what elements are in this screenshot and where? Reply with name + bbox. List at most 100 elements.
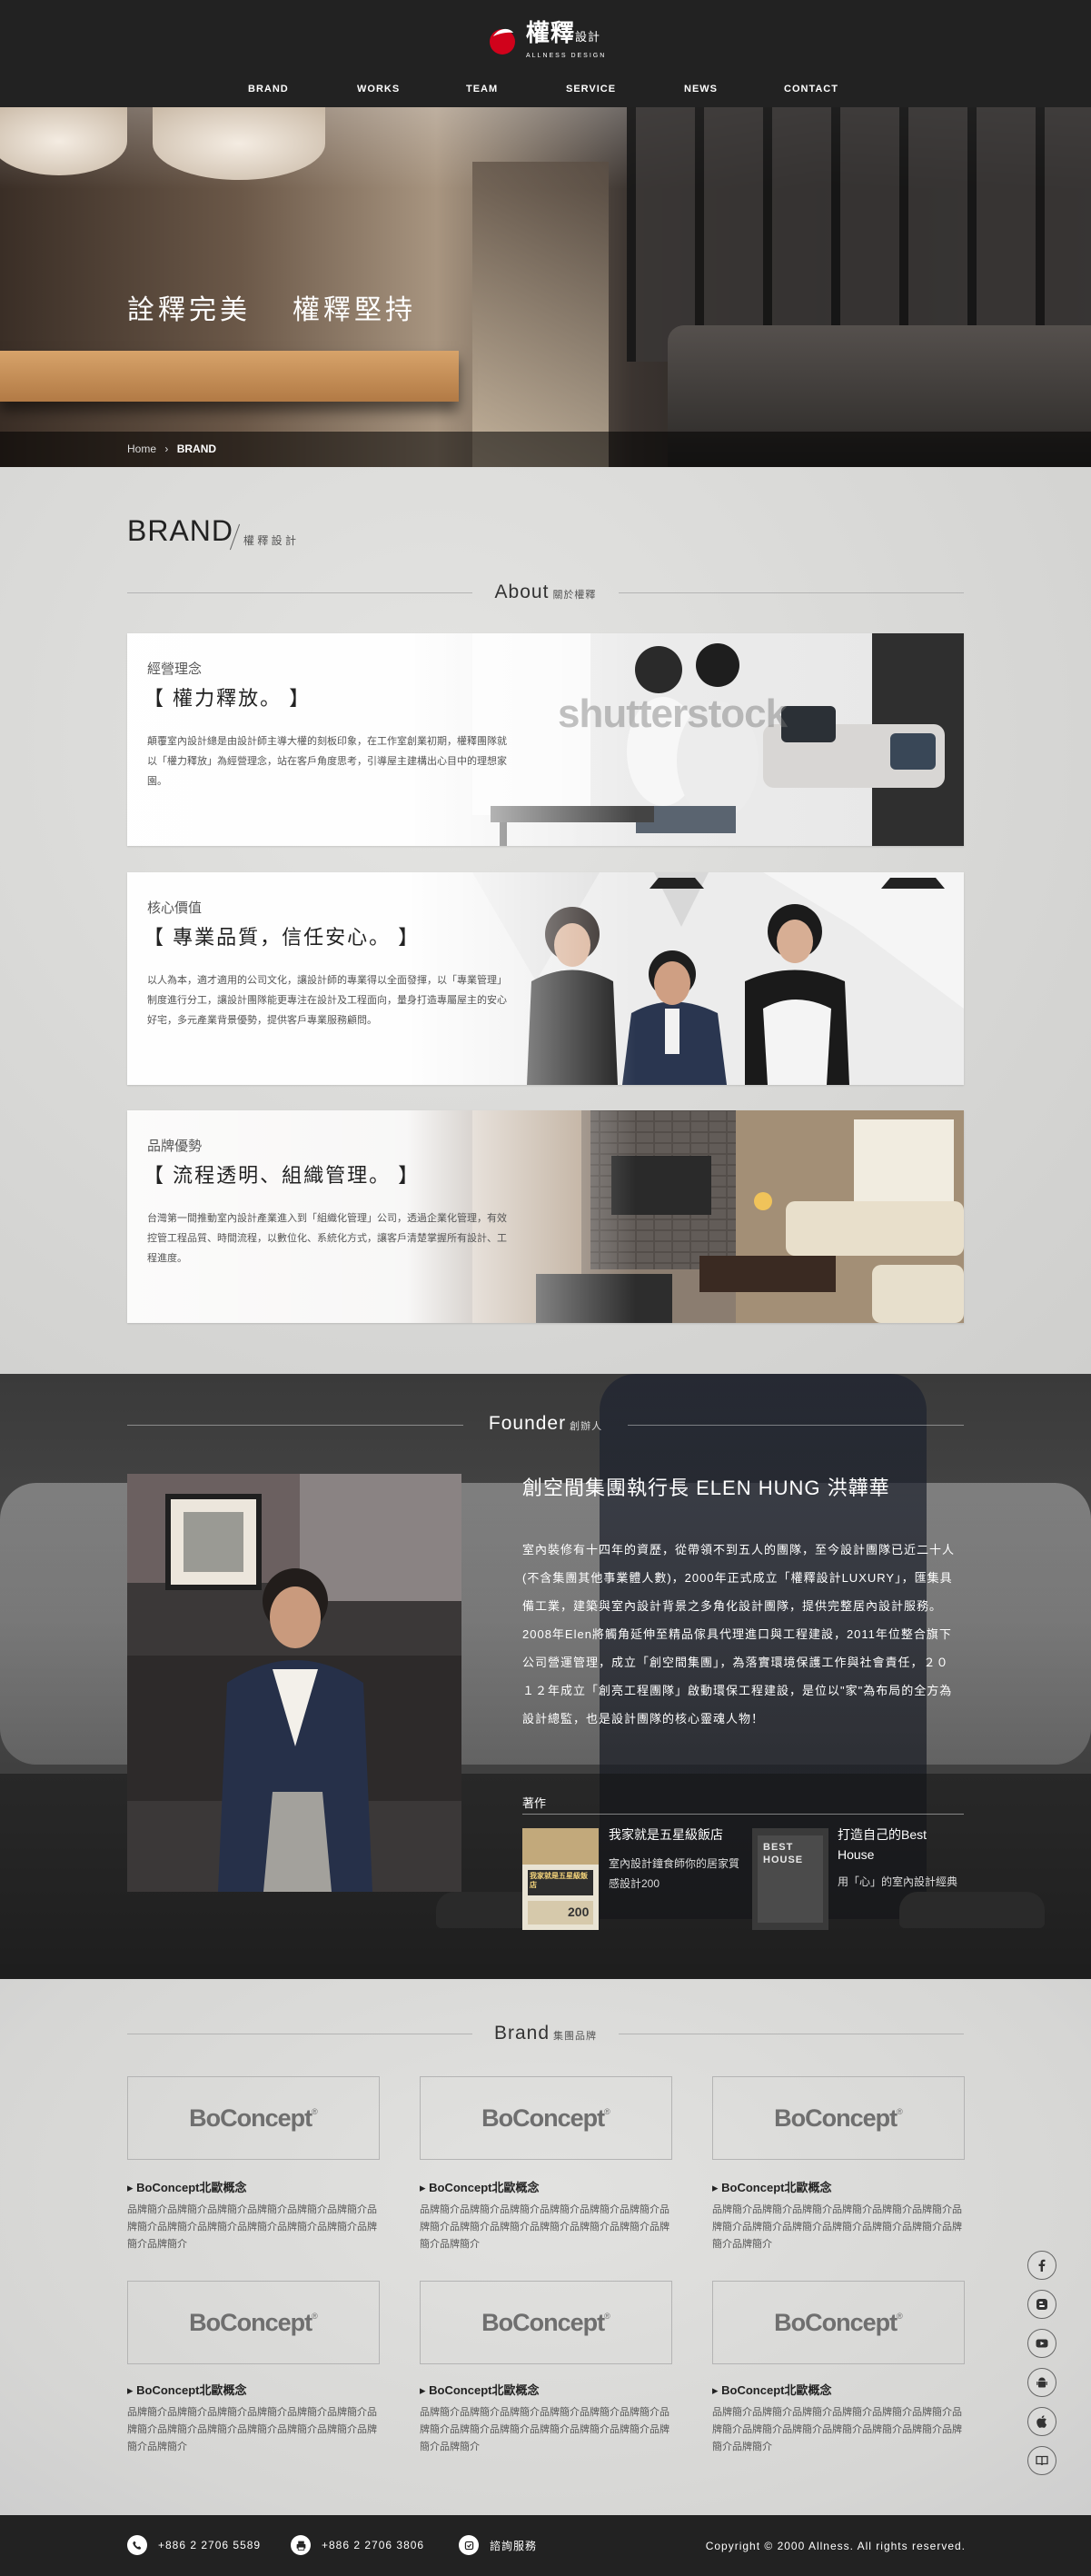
hero-slogan: 詮釋完美 權釋堅持 (127, 287, 416, 327)
service-icon (459, 2535, 479, 2555)
hero-slogan-left: 詮釋完美 (127, 294, 251, 326)
book-cover-1-text: 我家就是五星級飯店 (530, 1872, 588, 1889)
footer-phone[interactable]: +886 2 2706 5589 (127, 2535, 261, 2555)
brand-desc: 品牌簡介品牌簡介品牌簡介品牌簡介品牌簡介品牌簡介品牌簡介品牌簡介品牌簡介品牌簡介… (127, 2204, 377, 2250)
book-icon[interactable] (1027, 2446, 1056, 2475)
boconcept-logo: BoConcept (481, 2308, 605, 2336)
breadcrumb-current: BRAND (176, 443, 217, 455)
card-philosophy: shutterstock 經營理念 【 權力釋放。 】 顛覆室內設計總是由設計師… (127, 633, 964, 846)
card-title: 【 流程透明、組織管理。 】 (144, 1164, 421, 1187)
book-title-1[interactable]: 我家就是五星級飯店 (609, 1825, 745, 1845)
brand-name[interactable]: ▸ BoConcept北歐概念 (712, 2381, 831, 2398)
about-title-text: About (494, 582, 550, 602)
phone-icon (127, 2535, 147, 2555)
nav-brand[interactable]: BRAND (248, 84, 289, 94)
works-divider (522, 1814, 964, 1815)
boconcept-logo: BoConcept (189, 2308, 312, 2336)
service-label: 諮詢服務 (490, 2539, 538, 2552)
brand-name[interactable]: ▸ BoConcept北歐概念 (127, 2178, 246, 2195)
founder-title: Founder 創辦人 (0, 1413, 1091, 1435)
nav-news[interactable]: NEWS (684, 84, 718, 94)
fax-icon (291, 2535, 311, 2555)
about-title: About 關於權釋 (127, 582, 964, 603)
brands-title-text: Brand (493, 2023, 550, 2044)
founder-title-sub: 創辦人 (570, 1421, 603, 1432)
breadcrumb-home[interactable]: Home (127, 443, 156, 455)
brand-name[interactable]: ▸ BoConcept北歐概念 (420, 2381, 539, 2398)
brand-desc: 品牌簡介品牌簡介品牌簡介品牌簡介品牌簡介品牌簡介品牌簡介品牌簡介品牌簡介品牌簡介… (712, 2204, 962, 2250)
blogger-icon[interactable] (1027, 2290, 1056, 2319)
works-label: 著作 (522, 1796, 547, 1810)
logo-leaf-icon (486, 24, 519, 56)
book-title-2[interactable]: 打造自己的Best House (838, 1825, 956, 1865)
founder-bio-p1: 室內裝修有十四年的資歷，從帶領不到五人的團隊，至今設計團隊已近二十人(不含集團其… (522, 1543, 956, 1613)
brands-title-sub: 集團品牌 (553, 2031, 598, 2042)
logo-zh-sub: 設計 (575, 31, 601, 45)
main-nav: BRAND WORKS TEAM SERVICE NEWS CONTACT (0, 84, 1091, 100)
brand-name[interactable]: ▸ BoConcept北歐概念 (712, 2178, 831, 2195)
founder-title-text: Founder (488, 1413, 567, 1434)
boconcept-logo: BoConcept (774, 2308, 898, 2336)
brand-desc: 品牌簡介品牌簡介品牌簡介品牌簡介品牌簡介品牌簡介品牌簡介品牌簡介品牌簡介品牌簡介… (127, 2407, 377, 2452)
boconcept-logo: BoConcept (189, 2104, 312, 2132)
brand-logo-box[interactable]: BoConcept ® (712, 2076, 965, 2160)
brand-logo-box[interactable]: BoConcept ® (712, 2281, 965, 2364)
card-label: 經營理念 (147, 661, 203, 677)
breadcrumb: Home › BRAND (0, 432, 1091, 467)
nav-works[interactable]: WORKS (357, 84, 400, 94)
card-advantage: 品牌優勢 【 流程透明、組織管理。 】 台灣第一間推動室內設計產業進入到「組織化… (127, 1110, 964, 1323)
site-footer: +886 2 2706 5589 +886 2 2706 3806 諮詢服務 C… (0, 2515, 1091, 2576)
book-cover-2[interactable]: BEST HOUSE (752, 1828, 828, 1930)
book-desc-1: 室內設計鐘食師你的居家質感設計200 (609, 1857, 740, 1890)
brand-desc: 品牌簡介品牌簡介品牌簡介品牌簡介品牌簡介品牌簡介品牌簡介品牌簡介品牌簡介品牌簡介… (420, 2204, 669, 2250)
hero-slogan-right: 權釋堅持 (293, 294, 416, 326)
founder-bio: 室內裝修有十四年的資歷，從帶領不到五人的團隊，至今設計團隊已近二十人(不含集團其… (522, 1536, 960, 1733)
phone-number: +886 2 2706 5589 (158, 2539, 262, 2551)
logo-zh: 權釋 (526, 20, 576, 47)
apple-icon[interactable] (1027, 2407, 1056, 2436)
book-cover-1-number: 200 (568, 1905, 590, 1919)
footer-service[interactable]: 諮詢服務 (459, 2535, 537, 2555)
logo-en: ALLNESS DESIGN (526, 53, 607, 59)
card-body: 顛覆室內設計總是由設計師主導大權的刻板印象，在工作室創業初期，權釋團隊就以「權力… (147, 736, 507, 787)
facebook-icon[interactable] (1027, 2251, 1056, 2280)
boconcept-logo: BoConcept (774, 2104, 898, 2132)
book-cover-2-text: BEST HOUSE (763, 1842, 804, 1865)
youtube-icon[interactable] (1027, 2329, 1056, 2358)
copyright: Copyright © 2000 Allness. All rights res… (705, 2540, 966, 2552)
founder-bio-p2: 2008年Elen將觸角延伸至精品傢具代理進口與工程建設，2011年位整合旗下公… (522, 1627, 953, 1726)
fax-number: +886 2 2706 3806 (322, 2539, 425, 2551)
founder-name: 創空間集團執行長 ELEN HUNG 洪韡華 (522, 1477, 890, 1499)
card-label: 品牌優勢 (147, 1139, 203, 1154)
about-title-sub: 關於權釋 (552, 590, 597, 601)
founder-photo (127, 1474, 461, 1892)
brand-name[interactable]: ▸ BoConcept北歐概念 (127, 2381, 246, 2398)
breadcrumb-separator: › (164, 443, 169, 455)
brand-logo-box[interactable]: BoConcept ® (127, 2281, 380, 2364)
brand-logo-box[interactable]: BoConcept ® (420, 2076, 672, 2160)
card-body: 台灣第一間推動室內設計產業進入到「組織化管理」公司，透過企業化管理，有效控管工程… (147, 1213, 507, 1264)
book-cover-1[interactable]: 我家就是五星級飯店 200 (522, 1828, 599, 1930)
site-header: 權釋設計 ALLNESS DESIGN BRAND WORKS TEAM SER… (0, 0, 1091, 107)
card-core-values: 核心價值 【 專業品質，信任安心。 】 以人為本，適才適用的公司文化，讓設計師的… (127, 872, 964, 1085)
nav-team[interactable]: TEAM (466, 84, 498, 94)
card-label: 核心價值 (147, 900, 203, 916)
brand-logo-box[interactable]: BoConcept ® (420, 2281, 672, 2364)
brand-logo-box[interactable]: BoConcept ® (127, 2076, 380, 2160)
brand-desc: 品牌簡介品牌簡介品牌簡介品牌簡介品牌簡介品牌簡介品牌簡介品牌簡介品牌簡介品牌簡介… (420, 2407, 669, 2452)
brand-desc: 品牌簡介品牌簡介品牌簡介品牌簡介品牌簡介品牌簡介品牌簡介品牌簡介品牌簡介品牌簡介… (712, 2407, 962, 2452)
footer-fax[interactable]: +886 2 2706 3806 (291, 2535, 424, 2555)
hero-banner: 詮釋完美 權釋堅持 (0, 107, 1091, 467)
nav-service[interactable]: SERVICE (566, 84, 616, 94)
android-icon[interactable] (1027, 2368, 1056, 2397)
boconcept-logo: BoConcept (481, 2104, 605, 2132)
brand-name[interactable]: ▸ BoConcept北歐概念 (420, 2178, 539, 2195)
card-title: 【 權力釋放。 】 (144, 687, 312, 710)
brands-title: Brand 集團品牌 (127, 2023, 964, 2044)
page-subtitle: 權 釋 設 計 (243, 534, 297, 547)
stock-watermark: shutterstock (558, 691, 788, 736)
card-title: 【 專業品質，信任安心。 】 (144, 926, 421, 949)
nav-contact[interactable]: CONTACT (784, 84, 838, 94)
book-desc-2: 用「心」的室內設計經典 (838, 1875, 958, 1888)
site-logo[interactable]: 權釋設計 ALLNESS DESIGN (486, 16, 613, 64)
